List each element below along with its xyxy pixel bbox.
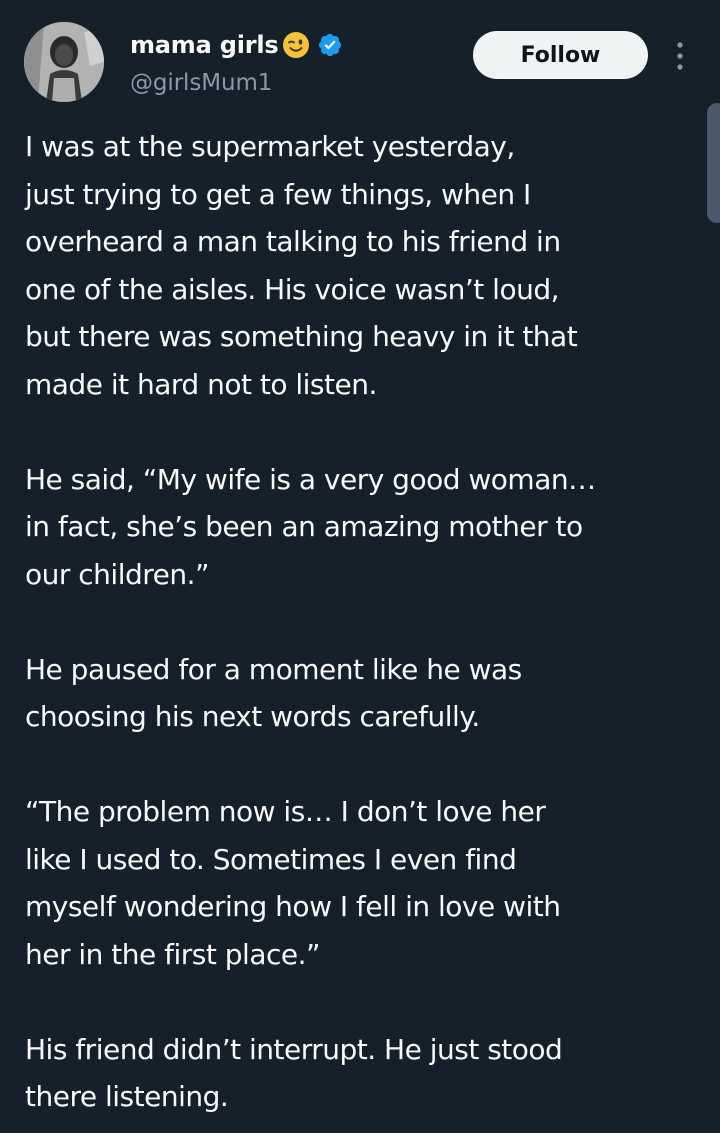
tweet-line: but there was something heavy in it that [25, 320, 578, 353]
avatar[interactable] [24, 22, 104, 102]
follow-button[interactable]: Follow [473, 31, 648, 79]
tweet-line: in fact, she’s been an amazing mother to [25, 510, 583, 543]
display-name[interactable]: mama girls [130, 31, 279, 59]
tweet-line: choosing his next words carefully. [25, 700, 480, 733]
winking-face-emoji-icon [281, 30, 311, 60]
tweet-line: just trying to get a few things, when I [25, 177, 531, 211]
tweet-line: one of the aisles. His voice wasn’t loud… [25, 272, 560, 306]
scroll-handle[interactable] [707, 103, 720, 223]
tweet-header: mama girls @girlsMum1 Follow [0, 0, 720, 110]
tweet-paragraph: His friend didn’t interrupt. He just sto… [25, 1026, 695, 1121]
verified-badge-icon[interactable] [317, 32, 343, 58]
avatar-image [24, 22, 104, 102]
tweet-line: there listening. [25, 1080, 229, 1113]
tweet-paragraph: He paused for a moment like he was choosi… [25, 646, 695, 741]
tweet-line: myself wondering how I fell in love with [25, 890, 561, 923]
tweet-line: “The problem now is… I don’t love her [25, 795, 546, 828]
name-row: mama girls [130, 29, 343, 61]
tweet-line: like I used to. Sometimes I even find [25, 842, 517, 876]
tweet-paragraph: I was at the supermarket yesterday, just … [25, 123, 695, 408]
tweet-text: I was at the supermarket yesterday, just … [25, 123, 695, 1121]
tweet-line: He said, “My wife is a very good woman… [25, 462, 596, 496]
user-handle[interactable]: @girlsMum1 [130, 70, 272, 96]
tweet-paragraph: He said, “My wife is a very good woman… i… [25, 456, 695, 599]
more-vertical-icon[interactable] [668, 38, 692, 74]
tweet-line: I was at the supermarket yesterday, [25, 130, 515, 163]
tweet-line: our children.” [25, 557, 210, 591]
tweet-line: His friend didn’t interrupt. He just sto… [25, 1032, 563, 1066]
tweet-paragraph: “The problem now is… I don’t love her lik… [25, 788, 695, 978]
tweet-line: He paused for a moment like he was [25, 652, 522, 686]
tweet-line: her in the first place.” [25, 937, 321, 971]
tweet-line: overheard a man talking to his friend in [25, 225, 561, 258]
tweet-line: made it hard not to listen. [25, 367, 377, 401]
